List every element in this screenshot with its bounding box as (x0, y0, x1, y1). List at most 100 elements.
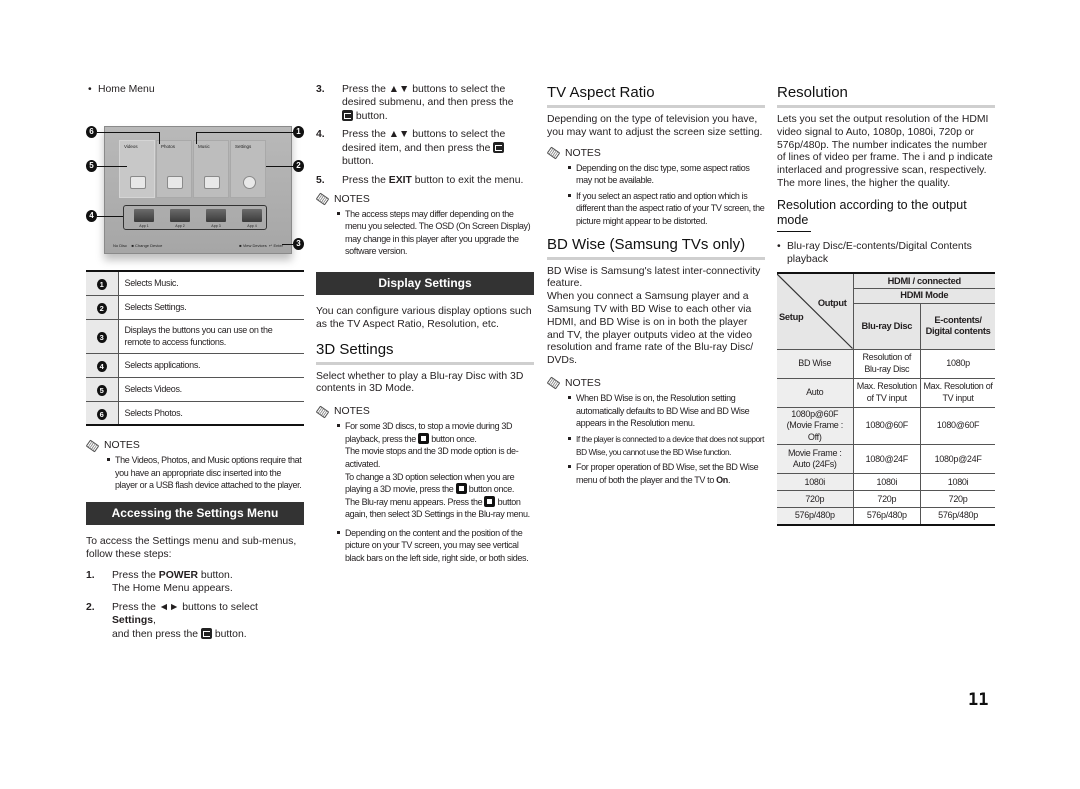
steps-list-continued: 3. Press the ▲▼ buttons to select the des… (316, 84, 534, 188)
notes-heading: NOTES (85, 439, 304, 452)
row-setup: Auto (777, 377, 854, 408)
legend-number: 3 (96, 332, 107, 343)
cell-e-contents: 1080p (920, 348, 995, 379)
column-2: 3. Press the ▲▼ buttons to select the des… (315, 84, 534, 568)
intro-3d: Select whether to play a Blu-ray Disc wi… (316, 370, 524, 395)
playback-bullet-text: Blu-ray Disc/E-contents/Digital Contents… (787, 240, 972, 265)
notes-list-3d: For some 3D discs, to stop a movie durin… (337, 420, 534, 565)
table-row: 1080p@60F (Movie Frame : Off) 1080@60F 108… (777, 406, 995, 446)
app-icon (206, 209, 226, 222)
section-band-accessing-settings: Accessing the Settings Menu (86, 501, 304, 525)
table-row: 720p 720p 720p (777, 490, 995, 509)
bullet-dot: • (777, 240, 781, 252)
note-item: For proper operation of BD Wise, set the… (568, 461, 765, 486)
music-disc-icon (204, 176, 220, 189)
corner-output-label: Output (817, 298, 847, 309)
tile-label: Photos (161, 144, 176, 149)
notes-title: NOTES (565, 147, 601, 159)
callout-line (196, 132, 293, 133)
enter-button-icon (200, 627, 212, 639)
cell-e-contents: 576p/480p (920, 507, 995, 526)
stop-button-icon (418, 432, 430, 444)
callout-line (266, 166, 293, 167)
column-4: Resolution Lets you set the output resol… (777, 84, 995, 526)
bdwise-paragraph-2: When you connect a Samsung player and a … (547, 291, 754, 367)
table-corner-cell: Output Setup (777, 272, 854, 350)
on-value: On (716, 474, 728, 485)
header-blu-ray-disc: Blu-ray Disc (853, 302, 922, 350)
heading-tv-aspect-ratio: TV Aspect Ratio (547, 84, 765, 108)
notes-heading: NOTES (315, 192, 534, 206)
table-row: Movie Frame : Auto (24Fs) 1080@24F 1080p@2… (777, 444, 995, 475)
note-text: button once. (429, 433, 477, 444)
legend-number: 4 (96, 361, 107, 372)
tile-music: Music (193, 140, 229, 198)
cell-blu-ray: Max. Resolution of TV input (852, 377, 922, 408)
row-setup: Movie Frame : Auto (24Fs) (777, 444, 854, 475)
table-header-row: Output Setup HDMI / connected (777, 272, 995, 350)
app-label: App 2 (175, 224, 185, 228)
step-text-part: button. (342, 155, 374, 167)
step-number: 3. (316, 84, 325, 95)
home-menu-label: Home Menu (98, 84, 155, 95)
settings-intro: To access the Settings menu and sub-menu… (86, 535, 297, 560)
legend-number: 1 (96, 279, 107, 291)
column-3: TV Aspect Ratio Depending on the type of… (546, 84, 765, 490)
notes-heading: NOTES (546, 377, 765, 390)
app-label: App 4 (247, 224, 257, 228)
app-icon (134, 209, 154, 222)
settings-key: Settings (112, 614, 153, 626)
cell-blu-ray: 1080i (852, 473, 922, 492)
cell-blu-ray: 720p (852, 490, 922, 509)
callout-line (97, 166, 127, 167)
legend-text: Selects Photos. (124, 407, 183, 418)
callout-line (97, 132, 159, 133)
legend-row: 3 Displays the buttons you can use on the… (86, 319, 304, 353)
home-menu-screen: Videos Photos Music Settings App 1 App 2… (104, 126, 292, 254)
note-text: The movie stops and the 3D mode option i… (345, 446, 519, 469)
no-disc-label: No Disc (113, 243, 128, 248)
notes-list: The access steps may differ depending on… (337, 208, 534, 258)
step-text-part: , (153, 614, 156, 626)
cell-e-contents: 1080i (920, 473, 995, 492)
step-text: Press the POWER button. The Home Menu app… (112, 570, 233, 596)
stop-button-icon (484, 495, 496, 507)
step-text-part: button to exit the menu. (411, 174, 524, 186)
step-text-part: and then press the (112, 628, 199, 640)
resolution-table: Output Setup HDMI / connected HDMI Mode … (777, 272, 995, 526)
cell-e-contents: 720p (920, 490, 995, 509)
table-row: BD Wise Resolution of Blu-ray Disc 1080p (777, 348, 995, 379)
step-number: 5. (316, 174, 325, 186)
power-key: POWER (158, 570, 199, 582)
pencil-icon (546, 377, 561, 390)
change-device-label: Change Device (135, 243, 163, 248)
step-text-part: Press the (112, 570, 159, 582)
pencil-icon (315, 405, 330, 419)
step-text: Press the ◄► buttons to select Settings,… (112, 602, 304, 641)
callout-5: 5 (86, 160, 97, 172)
pencil-icon (546, 146, 561, 160)
callout-3: 3 (293, 238, 304, 250)
callout-line (159, 132, 160, 144)
note-item: When BD Wise is on, the Resolution setti… (568, 392, 765, 430)
header-hdmi-connected: HDMI / connected (852, 272, 995, 290)
heading-3d-settings: 3D Settings (316, 341, 534, 365)
heading-underline (777, 230, 811, 232)
corner-setup-label: Setup (779, 312, 804, 323)
callout-2: 2 (293, 160, 304, 172)
step-text-part: The Home Menu appears. (112, 583, 233, 595)
tile-label: Settings (235, 144, 252, 149)
callout-line (196, 132, 197, 144)
cell-e-contents: 1080@60F (920, 406, 995, 446)
cell-blu-ray: Resolution of Blu-ray Disc (852, 348, 922, 379)
step-item: 5. Press the EXIT button to exit the menu… (316, 175, 534, 188)
header-hdmi-mode: HDMI Mode (853, 288, 995, 304)
legend-text: Selects Settings. (124, 301, 187, 312)
table-row: 1080i 1080i 1080i (777, 473, 995, 492)
notes-title: NOTES (565, 377, 601, 389)
legend-text: Displays the buttons you can use on the … (124, 324, 273, 348)
table-row: Auto Max. Resolution of TV input Max. Reso… (777, 377, 995, 408)
step-text-part: Press the ▲▼ buttons to select the desir… (342, 129, 506, 155)
callout-4: 4 (86, 210, 97, 222)
notes-title: NOTES (104, 440, 140, 451)
